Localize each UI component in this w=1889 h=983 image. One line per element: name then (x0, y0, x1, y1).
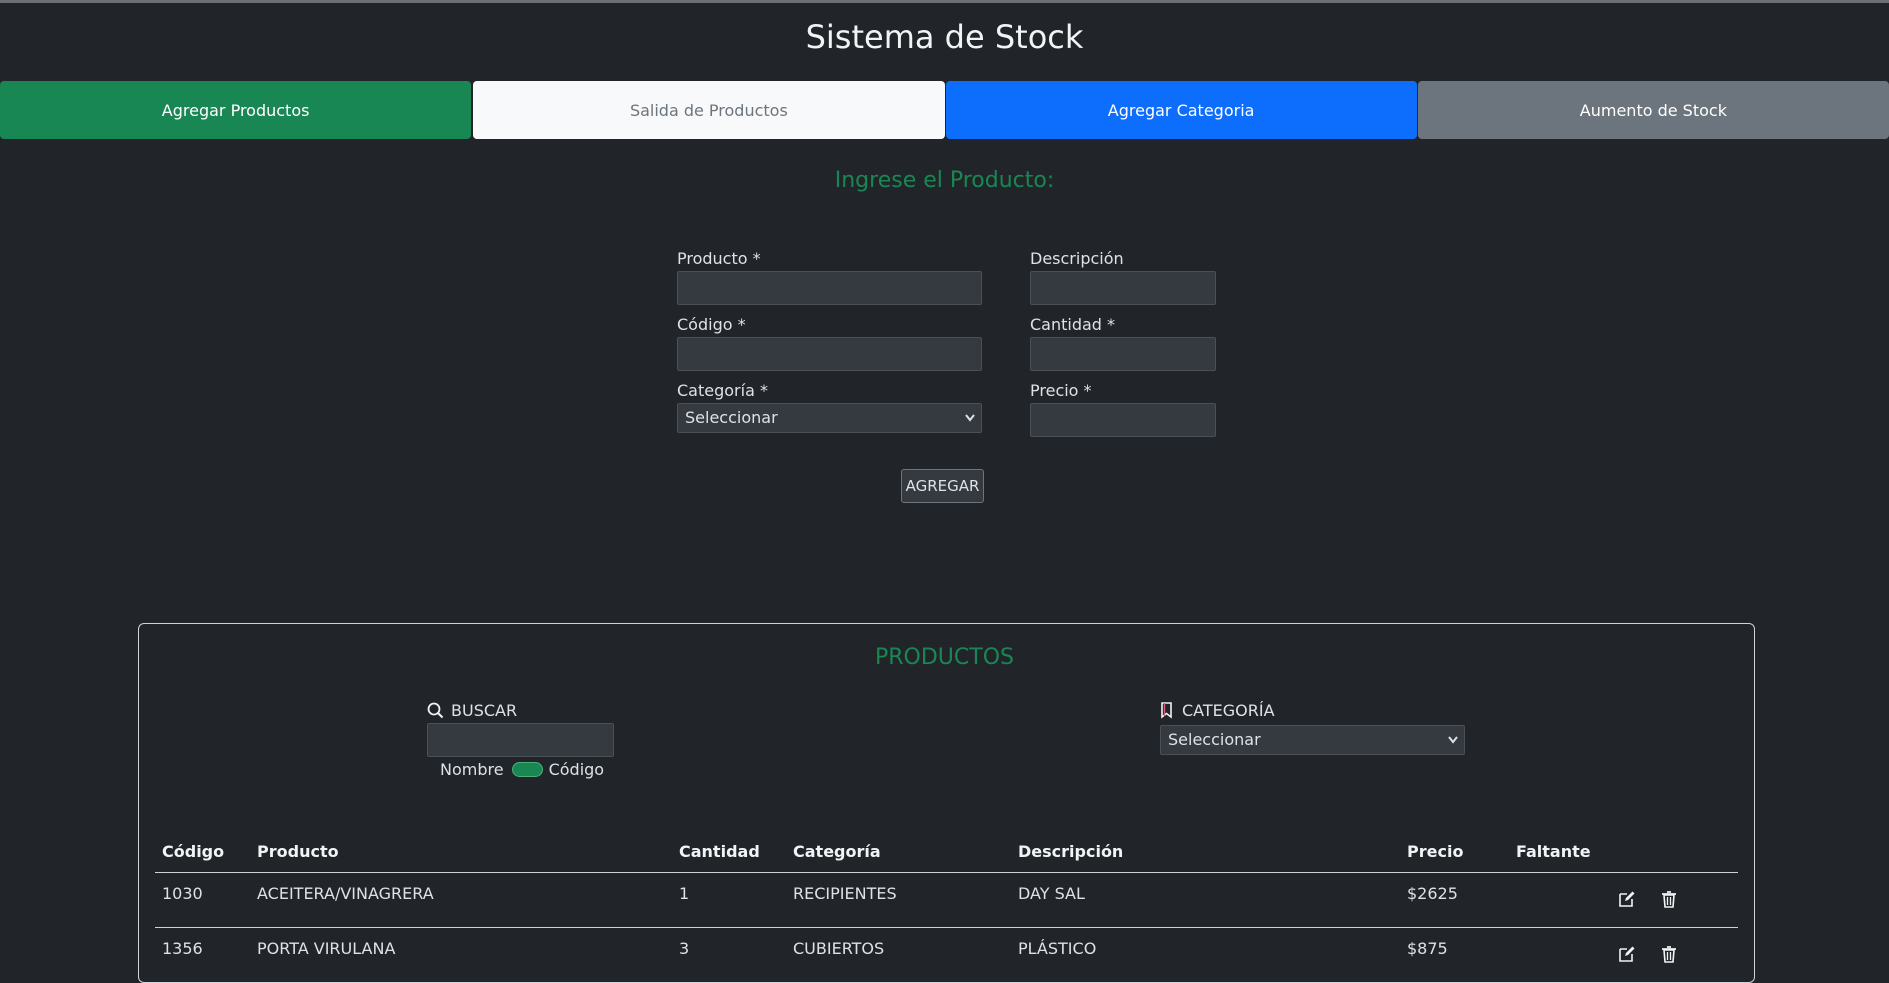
chevron-down-icon (965, 404, 975, 443)
form-heading: Ingrese el Producto: (834, 168, 1055, 193)
row-price: $875 (1407, 939, 1448, 958)
quantity-field: Cantidad * (1030, 314, 1216, 371)
chevron-down-icon (1448, 726, 1458, 765)
category-field: Categoría * Seleccionar (677, 380, 982, 433)
quantity-input[interactable] (1030, 337, 1216, 371)
column-header-code: Código (162, 842, 225, 861)
top-border (0, 0, 1889, 3)
row-description: PLÁSTICO (1018, 939, 1097, 958)
column-header-quantity: Cantidad (679, 842, 760, 861)
price-input[interactable] (1030, 403, 1216, 437)
table-row: 1356 PORTA VIRULANA 3 CUBIERTOS PLÁSTICO… (155, 928, 1738, 983)
search-label-text: BUSCAR (451, 701, 518, 720)
description-input[interactable] (1030, 271, 1216, 305)
product-label: Producto * (677, 249, 761, 268)
row-product: ACEITERA/VINAGRERA (257, 884, 434, 903)
search-mode-toggle[interactable] (511, 762, 543, 777)
add-category-button[interactable]: Agregar Categoria (945, 81, 1417, 139)
edit-icon[interactable] (1618, 890, 1636, 912)
row-quantity: 1 (679, 884, 690, 903)
search-mode-toggle-row: Nombre Código (440, 760, 604, 779)
category-label: Categoría * (677, 381, 768, 400)
price-field: Precio * (1030, 380, 1216, 437)
app-title: Sistema de Stock (805, 18, 1084, 56)
search-input[interactable] (427, 723, 614, 757)
row-product: PORTA VIRULANA (257, 939, 396, 958)
main-nav: Agregar Productos Salida de Productos Ag… (0, 81, 1889, 139)
category-select-value: Seleccionar (685, 408, 778, 427)
quantity-label: Cantidad * (1030, 315, 1116, 334)
trash-icon[interactable] (1661, 890, 1677, 912)
category-filter-select[interactable]: Seleccionar (1160, 725, 1465, 755)
category-filter-value: Seleccionar (1168, 730, 1261, 749)
row-price: $2625 (1407, 884, 1458, 903)
row-code: 1356 (162, 939, 203, 958)
code-field: Código * (677, 314, 982, 371)
description-label: Descripción (1030, 249, 1124, 268)
table-row: 1030 ACEITERA/VINAGRERA 1 RECIPIENTES DA… (155, 873, 1738, 928)
column-header-category: Categoría (793, 842, 881, 861)
category-filter-label: CATEGORÍA (1160, 701, 1275, 720)
add-button[interactable]: AGREGAR (901, 469, 984, 503)
product-input[interactable] (677, 271, 982, 305)
row-category: RECIPIENTES (793, 884, 897, 903)
row-description: DAY SAL (1018, 884, 1085, 903)
column-header-missing: Faltante (1516, 842, 1591, 861)
column-header-price: Precio (1407, 842, 1464, 861)
code-label: Código * (677, 315, 746, 334)
trash-icon[interactable] (1661, 945, 1677, 967)
products-out-button[interactable]: Salida de Productos (473, 81, 945, 139)
stock-increase-button[interactable]: Aumento de Stock (1417, 81, 1889, 139)
row-code: 1030 (162, 884, 203, 903)
table-header: Código Producto Cantidad Categoría Descr… (155, 830, 1738, 873)
toggle-code-label: Código (548, 760, 605, 779)
category-filter-label-text: CATEGORÍA (1182, 701, 1275, 720)
description-field: Descripción (1030, 248, 1216, 305)
products-table: Código Producto Cantidad Categoría Descr… (155, 830, 1738, 983)
bookmark-icon (1161, 702, 1172, 719)
category-select[interactable]: Seleccionar (677, 403, 982, 433)
search-label: BUSCAR (427, 701, 517, 720)
add-products-button[interactable]: Agregar Productos (0, 81, 472, 139)
column-header-product: Producto (257, 842, 339, 861)
code-input[interactable] (677, 337, 982, 371)
toggle-name-label: Nombre (440, 760, 504, 779)
price-label: Precio * (1030, 381, 1092, 400)
product-field: Producto * (677, 248, 982, 305)
search-icon (427, 702, 444, 719)
products-panel-title: PRODUCTOS (875, 645, 1014, 670)
row-category: CUBIERTOS (793, 939, 885, 958)
edit-icon[interactable] (1618, 945, 1636, 967)
row-quantity: 3 (679, 939, 690, 958)
column-header-description: Descripción (1018, 842, 1124, 861)
